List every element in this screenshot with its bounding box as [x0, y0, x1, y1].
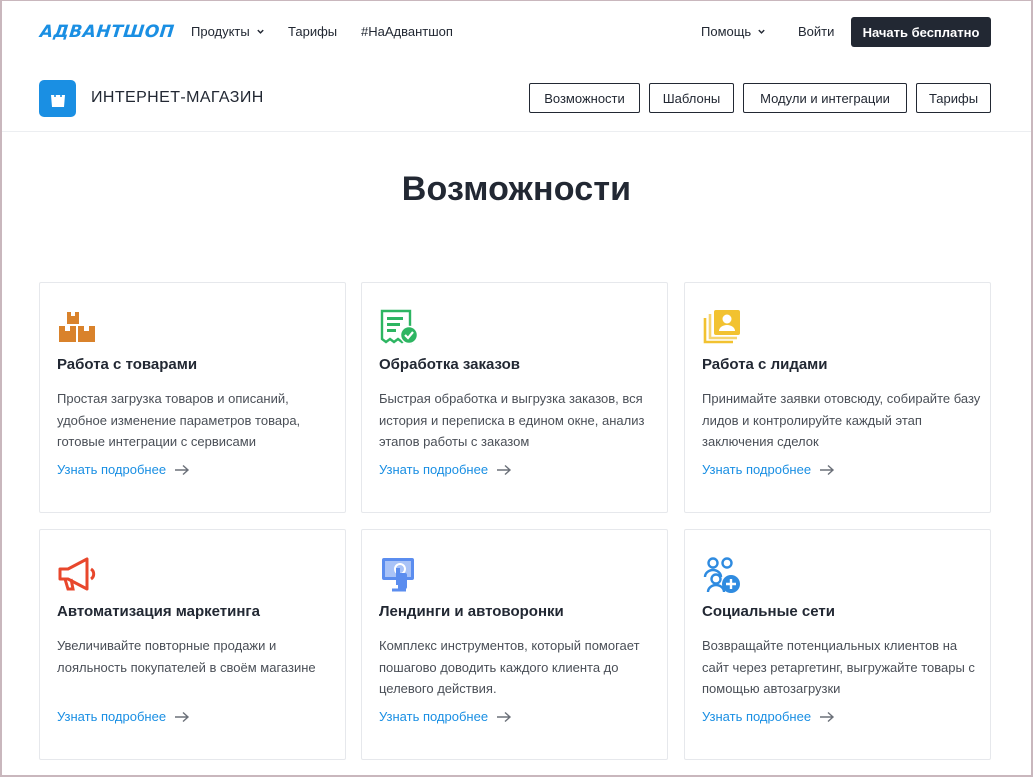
- learn-more-label: Узнать подробнее: [379, 462, 489, 477]
- feature-card-text: Принимайте заявки отовсюду, собирайте ба…: [702, 391, 981, 449]
- feature-card-title: Автоматизация маркетинга: [57, 603, 261, 620]
- top-navigation: АДВАНТШОП Продукты Тарифы #НаАдвантшоп П…: [0, 0, 1033, 66]
- feature-card-text: Увеличивайте повторные продажи и лояльно…: [57, 638, 316, 675]
- nav-products-label: Продукты: [191, 24, 250, 39]
- contact-cards-icon: [703, 310, 740, 344]
- nav-hashtag[interactable]: #НаАдвантшоп: [361, 24, 453, 39]
- feature-card-title: Социальные сети: [702, 603, 835, 620]
- advantshop-logo[interactable]: АДВАНТШОП: [39, 22, 176, 42]
- nav-login[interactable]: Войти: [798, 24, 834, 39]
- subnav-tariffs-button[interactable]: Тарифы: [916, 83, 991, 113]
- nav-tariffs[interactable]: Тарифы: [288, 24, 337, 39]
- learn-more-link[interactable]: Узнать подробнее: [57, 462, 190, 477]
- learn-more-link[interactable]: Узнать подробнее: [702, 709, 835, 724]
- nav-tariffs-label: Тарифы: [288, 24, 338, 39]
- nav-products[interactable]: Продукты: [191, 24, 265, 39]
- boxes-icon: [59, 312, 95, 342]
- learn-more-label: Узнать подробнее: [379, 709, 489, 724]
- megaphone-icon: [58, 557, 96, 591]
- users-add-icon: [703, 557, 740, 593]
- arrow-right-icon: [175, 464, 190, 475]
- feature-card[interactable]: Обработка заказов Быстрая обработка и вы…: [361, 282, 668, 513]
- arrow-right-icon: [820, 464, 835, 475]
- feature-card[interactable]: Лендинги и автоворонки Комплекс инструме…: [361, 529, 668, 760]
- arrow-right-icon: [175, 711, 190, 722]
- nav-hashtag-label: #НаАдвантшоп: [361, 24, 453, 39]
- product-title: ИНТЕРНЕТ-МАГАЗИН: [91, 89, 264, 106]
- learn-more-link[interactable]: Узнать подробнее: [379, 462, 512, 477]
- feature-card-text: Быстрая обработка и выгрузка заказов, вс…: [379, 391, 645, 449]
- arrow-right-icon: [820, 711, 835, 722]
- arrow-right-icon: [497, 464, 512, 475]
- nav-help[interactable]: Помощь: [701, 24, 766, 39]
- feature-card[interactable]: Социальные сети Возвращайте потенциальны…: [684, 529, 991, 760]
- feature-card-text: Возвращайте потенциальных клиентов на са…: [702, 638, 975, 696]
- feature-card-title: Обработка заказов: [379, 356, 520, 373]
- chevron-down-icon: [758, 29, 765, 34]
- chevron-down-icon: [257, 29, 264, 34]
- learn-more-label: Узнать подробнее: [702, 462, 812, 477]
- feature-card[interactable]: Автоматизация маркетинга Увеличивайте по…: [39, 529, 346, 760]
- feature-card-title: Работа с лидами: [702, 356, 828, 373]
- subnav-modules-button[interactable]: Модули и интеграции: [743, 83, 907, 113]
- touch-screen-icon: [382, 558, 414, 592]
- feature-card-text: Простая загрузка товаров и описаний, удо…: [57, 391, 301, 449]
- learn-more-link[interactable]: Узнать подробнее: [57, 709, 190, 724]
- nav-help-label: Помощь: [701, 24, 752, 39]
- subnav-templates-button[interactable]: Шаблоны: [649, 83, 734, 113]
- page-title: Возможности: [401, 170, 632, 208]
- subnav-features-button[interactable]: Возможности: [529, 83, 640, 113]
- feature-card-title: Лендинги и автоворонки: [379, 603, 564, 620]
- feature-card-title: Работа с товарами: [57, 356, 198, 373]
- start-free-button[interactable]: Начать бесплатно: [851, 17, 991, 47]
- feature-card-text: Комплекс инструментов, который помогает …: [379, 638, 640, 696]
- learn-more-label: Узнать подробнее: [57, 709, 167, 724]
- shopping-bag-icon: [39, 80, 76, 117]
- learn-more-label: Узнать подробнее: [57, 462, 167, 477]
- learn-more-link[interactable]: Узнать подробнее: [379, 709, 512, 724]
- arrow-right-icon: [497, 711, 512, 722]
- feature-card[interactable]: Работа с товарами Простая загрузка товар…: [39, 282, 346, 513]
- nav-login-label: Войти: [798, 24, 835, 39]
- learn-more-label: Узнать подробнее: [702, 709, 812, 724]
- learn-more-link[interactable]: Узнать подробнее: [702, 462, 835, 477]
- feature-card[interactable]: Работа с лидами Принимайте заявки отовсю…: [684, 282, 991, 513]
- receipt-check-icon: [380, 309, 419, 345]
